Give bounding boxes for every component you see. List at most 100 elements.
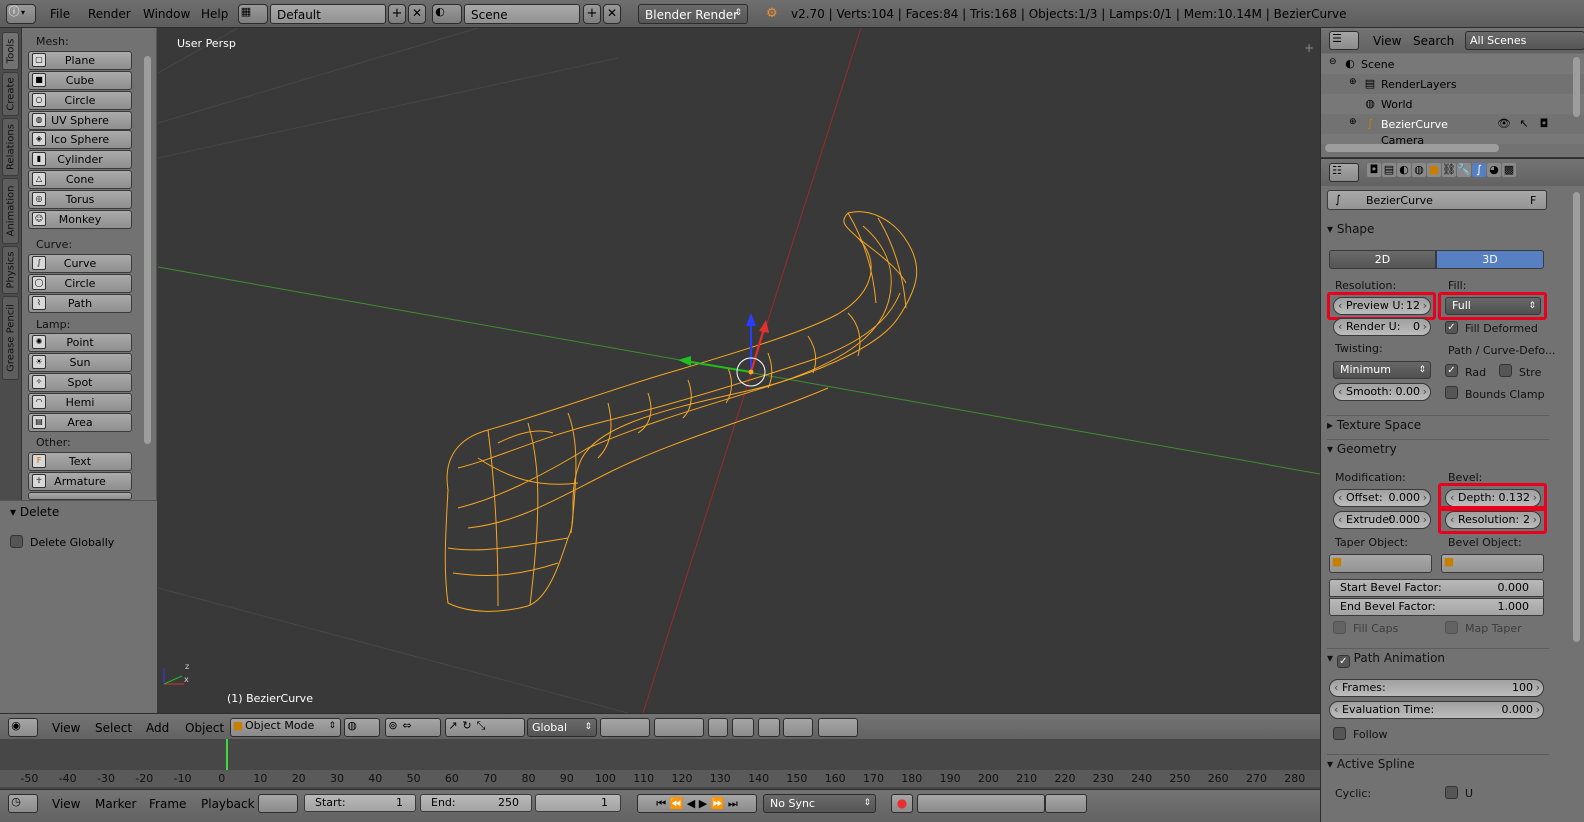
menu-render[interactable]: Render	[88, 7, 131, 21]
menu-file[interactable]: File	[50, 7, 70, 21]
operator-title[interactable]: ▾ Delete	[10, 505, 59, 519]
menu-select[interactable]: Select	[95, 721, 132, 735]
menu-add[interactable]: Add	[146, 721, 169, 735]
start-frame-field[interactable]: Start: 1	[304, 794, 416, 812]
add-monkey-button[interactable]: ☺ Monkey	[28, 210, 132, 229]
outliner-vertical-scrollbar[interactable]	[1573, 57, 1580, 117]
material-tab-icon[interactable]: ◕	[1487, 163, 1501, 177]
tab-tools[interactable]: Tools	[2, 32, 19, 70]
start-bevel-factor-field[interactable]: Start Bevel Factor: 0.000	[1329, 579, 1544, 597]
menu-window[interactable]: Window	[143, 7, 190, 21]
fill-caps-checkbox[interactable]	[1333, 621, 1346, 634]
tab-animation[interactable]: Animation	[2, 178, 19, 244]
render-opengl-icons[interactable]	[818, 718, 858, 737]
add-sun-lamp-button[interactable]: ☀ Sun	[28, 353, 132, 372]
timeline-menu-playback[interactable]: Playback	[201, 797, 255, 811]
snap-target-icon[interactable]	[783, 718, 813, 737]
outliner-row-renderlayers[interactable]: ⊕ ▤ RenderLayers	[1321, 74, 1584, 94]
follow-checkbox[interactable]	[1333, 727, 1346, 740]
timeline-menu-frame[interactable]: Frame	[149, 797, 186, 811]
bezier-curve-wireframe[interactable]	[444, 211, 918, 612]
3d-viewport[interactable]: x z + User Persp (1) BezierCurve	[158, 28, 1320, 713]
manipulator-buttons[interactable]: ↗ ↻ ⤡	[445, 718, 525, 737]
stretch-checkbox[interactable]	[1499, 364, 1512, 377]
outliner-menu-search[interactable]: Search	[1413, 34, 1454, 48]
snap-toggle-icon[interactable]	[758, 718, 780, 737]
add-uv-sphere-button[interactable]: ◍ UV Sphere	[28, 111, 132, 130]
shape-3d-button[interactable]: 3D	[1436, 250, 1544, 269]
menu-view[interactable]: View	[52, 721, 80, 735]
render-engine-select[interactable]: Blender Render ⇕	[638, 4, 748, 24]
outliner-display-mode-select[interactable]: All Scenes	[1465, 31, 1584, 50]
add-lattice-button-partial[interactable]	[28, 492, 132, 500]
add-bezier-curve-button[interactable]: ∫ Curve	[28, 254, 132, 273]
active-spline-panel-header[interactable]: ▾ Active Spline	[1327, 754, 1549, 776]
timeline-menu-view[interactable]: View	[52, 797, 80, 811]
curve-data-tab-icon[interactable]: ∫	[1472, 163, 1486, 177]
render-tab-icon[interactable]: ◘	[1367, 163, 1381, 177]
outliner-horizontal-scrollbar[interactable]	[1325, 144, 1499, 152]
fake-user-button[interactable]: F	[1530, 194, 1536, 207]
pivot-snap-buttons[interactable]: ⊚ ⇔	[385, 718, 441, 737]
add-screen-icon[interactable]: +	[388, 4, 406, 24]
menu-object[interactable]: Object	[185, 721, 224, 735]
outliner-row-camera[interactable]: Camera	[1321, 134, 1584, 144]
record-button[interactable]: ●	[891, 794, 913, 813]
tab-create[interactable]: Create	[2, 72, 19, 116]
curve-datablock-field[interactable]: ∫ BezierCurve F	[1327, 190, 1547, 210]
keying-set-field[interactable]	[917, 794, 1045, 813]
current-frame-field[interactable]: 1	[535, 794, 621, 812]
add-torus-button[interactable]: ◎ Torus	[28, 190, 132, 209]
proportional-edit-icon[interactable]	[732, 718, 754, 737]
timeline-editor-type[interactable]: ◷	[8, 794, 38, 813]
path-animation-checkbox[interactable]: ✓	[1336, 655, 1350, 668]
add-cone-button[interactable]: △ Cone	[28, 170, 132, 189]
geometry-panel-header[interactable]: ▾ Geometry	[1327, 439, 1549, 461]
path-frames-field[interactable]: Frames: 100	[1329, 679, 1544, 697]
renderlayers-tab-icon[interactable]: ▤	[1382, 163, 1396, 177]
end-frame-field[interactable]: End: 250	[420, 794, 532, 812]
world-tab-icon[interactable]: ◍	[1412, 163, 1426, 177]
add-point-lamp-button[interactable]: ✺ Point	[28, 333, 132, 352]
add-curve-circle-button[interactable]: ◯ Circle	[28, 274, 132, 293]
texture-tab-icon[interactable]: ▩	[1502, 163, 1516, 177]
info-editor-type-button[interactable]: ⓘ ▾	[6, 4, 36, 24]
remove-scene-icon[interactable]: ✕	[603, 4, 621, 24]
outliner-row-beziercurve[interactable]: ⊕ ∫ BezierCurve 👁 ↖ ◘	[1321, 114, 1584, 134]
extrude-field[interactable]: Extrude:0.000	[1333, 511, 1431, 529]
current-frame-indicator[interactable]	[226, 739, 228, 770]
properties-editor-type[interactable]: ☷	[1329, 163, 1359, 182]
constraints-tab-icon[interactable]: ⛓	[1442, 163, 1456, 177]
tab-relations[interactable]: Relations	[2, 118, 19, 176]
outliner-row-world[interactable]: ◍ World	[1321, 94, 1584, 114]
tab-grease-pencil[interactable]: Grease Pencil	[2, 296, 19, 380]
visibility-eye-icon[interactable]: 👁	[1497, 117, 1511, 131]
cyclic-u-checkbox[interactable]	[1445, 786, 1458, 799]
path-animation-panel-header[interactable]: ▾ ✓ Path Animation	[1327, 648, 1549, 670]
scene-tab-icon[interactable]: ◐	[1397, 163, 1411, 177]
remove-screen-icon[interactable]: ✕	[408, 4, 426, 24]
editor-type-button[interactable]: ◉	[8, 718, 38, 737]
taper-object-field[interactable]: ■	[1329, 554, 1432, 573]
add-path-button[interactable]: ⌇ Path	[28, 294, 132, 313]
evaluation-time-field[interactable]: Evaluation Time: 0.000	[1329, 701, 1544, 719]
orientation-select[interactable]: Global ⇕	[527, 718, 597, 737]
add-text-button[interactable]: F Text	[28, 452, 132, 471]
preview-range-icons[interactable]	[258, 794, 298, 813]
shape-2d-button[interactable]: 2D	[1329, 250, 1436, 269]
properties-scrollbar[interactable]	[1573, 192, 1580, 642]
layers-grid-1[interactable]	[600, 718, 650, 737]
end-bevel-factor-field[interactable]: End Bevel Factor: 1.000	[1329, 598, 1544, 616]
shape-panel-header[interactable]: ▾ Shape	[1327, 222, 1549, 244]
outliner-editor-type[interactable]: ☰	[1329, 31, 1359, 50]
keyframe-insert-icons[interactable]	[1045, 794, 1087, 813]
select-arrow-icon[interactable]: ↖	[1517, 117, 1531, 131]
add-armature-button[interactable]: ☥ Armature	[28, 472, 132, 491]
lock-layer-icon[interactable]	[708, 718, 728, 737]
twisting-select[interactable]: Minimum ⇕	[1333, 361, 1431, 379]
add-hemi-lamp-button[interactable]: ◠ Hemi	[28, 393, 132, 412]
screen-layout-icon-button[interactable]: ▦	[238, 4, 268, 24]
menu-help[interactable]: Help	[201, 7, 228, 21]
smooth-field[interactable]: Smooth:0.00	[1333, 383, 1431, 401]
bounds-clamp-checkbox[interactable]	[1445, 386, 1458, 399]
